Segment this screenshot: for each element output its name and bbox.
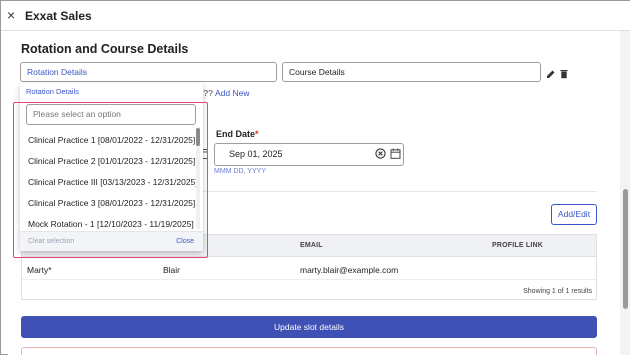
- dropdown-option[interactable]: Clinical Practice 1 [08/01/2022 - 12/31/…: [28, 135, 195, 145]
- email-column-header: EMAIL: [300, 242, 323, 249]
- dropdown-option-list: Clinical Practice 1 [08/01/2022 - 12/31/…: [20, 129, 198, 229]
- add-edit-button[interactable]: Add/Edit: [551, 204, 597, 225]
- close-dropdown-button[interactable]: Close: [176, 238, 194, 245]
- end-date-label: End Date*: [216, 129, 259, 139]
- dropdown-option[interactable]: Mock Rotation - 1 [12/10/2023 - 11/19/20…: [28, 219, 194, 229]
- clear-selection-button[interactable]: Clear selection: [28, 238, 74, 245]
- edit-icon[interactable]: [546, 69, 556, 79]
- dropdown-footer: Clear selection Close: [20, 231, 203, 251]
- close-icon[interactable]: ×: [7, 7, 15, 23]
- title-bar: × Exxat Sales: [1, 1, 630, 31]
- delete-icon[interactable]: [559, 69, 569, 79]
- bottom-field: [21, 347, 597, 355]
- profile-link-column-header: PROFILE LINK: [492, 242, 544, 249]
- update-slot-details-button[interactable]: Update slot details: [21, 316, 597, 338]
- email-cell: marty.blair@example.com: [300, 265, 399, 275]
- dropdown-option[interactable]: Clinical Practice III [03/13/2023 - 12/3…: [28, 177, 198, 187]
- table-row[interactable]: Marty* Blair marty.blair@example.com: [22, 258, 596, 280]
- last-name-cell: Blair: [163, 265, 181, 275]
- scrollbar-thumb[interactable]: [623, 189, 628, 309]
- dropdown-option[interactable]: Clinical Practice 2 [01/01/2023 - 12/31/…: [28, 156, 195, 166]
- add-new-link[interactable]: Add New: [215, 88, 250, 98]
- results-count: Showing 1 of 1 results: [523, 288, 592, 295]
- rotation-details-select[interactable]: Rotation Details: [20, 62, 277, 82]
- calendar-icon[interactable]: [390, 148, 401, 159]
- course-details-select[interactable]: Course Details: [282, 62, 541, 82]
- date-format-hint: MMM DD, YYYY: [214, 168, 266, 175]
- rotation-dropdown: Rotation Details Please select an option…: [20, 83, 203, 251]
- dropdown-option[interactable]: Clinical Practice 3 [08/01/2023 - 12/31/…: [28, 198, 195, 208]
- dropdown-scrollbar-thumb[interactable]: [196, 128, 200, 146]
- required-marker: *: [255, 129, 259, 139]
- clear-date-icon[interactable]: [375, 148, 386, 159]
- end-date-label-text: End Date: [216, 129, 256, 139]
- section-title: Rotation and Course Details: [21, 42, 189, 56]
- first-name-cell: Marty*: [27, 265, 52, 275]
- dropdown-header: Rotation Details: [26, 87, 79, 96]
- app-window: × Exxat Sales Rotation and Course Detail…: [0, 0, 630, 355]
- dropdown-search-input[interactable]: Please select an option: [26, 104, 196, 125]
- app-title: Exxat Sales: [25, 9, 92, 23]
